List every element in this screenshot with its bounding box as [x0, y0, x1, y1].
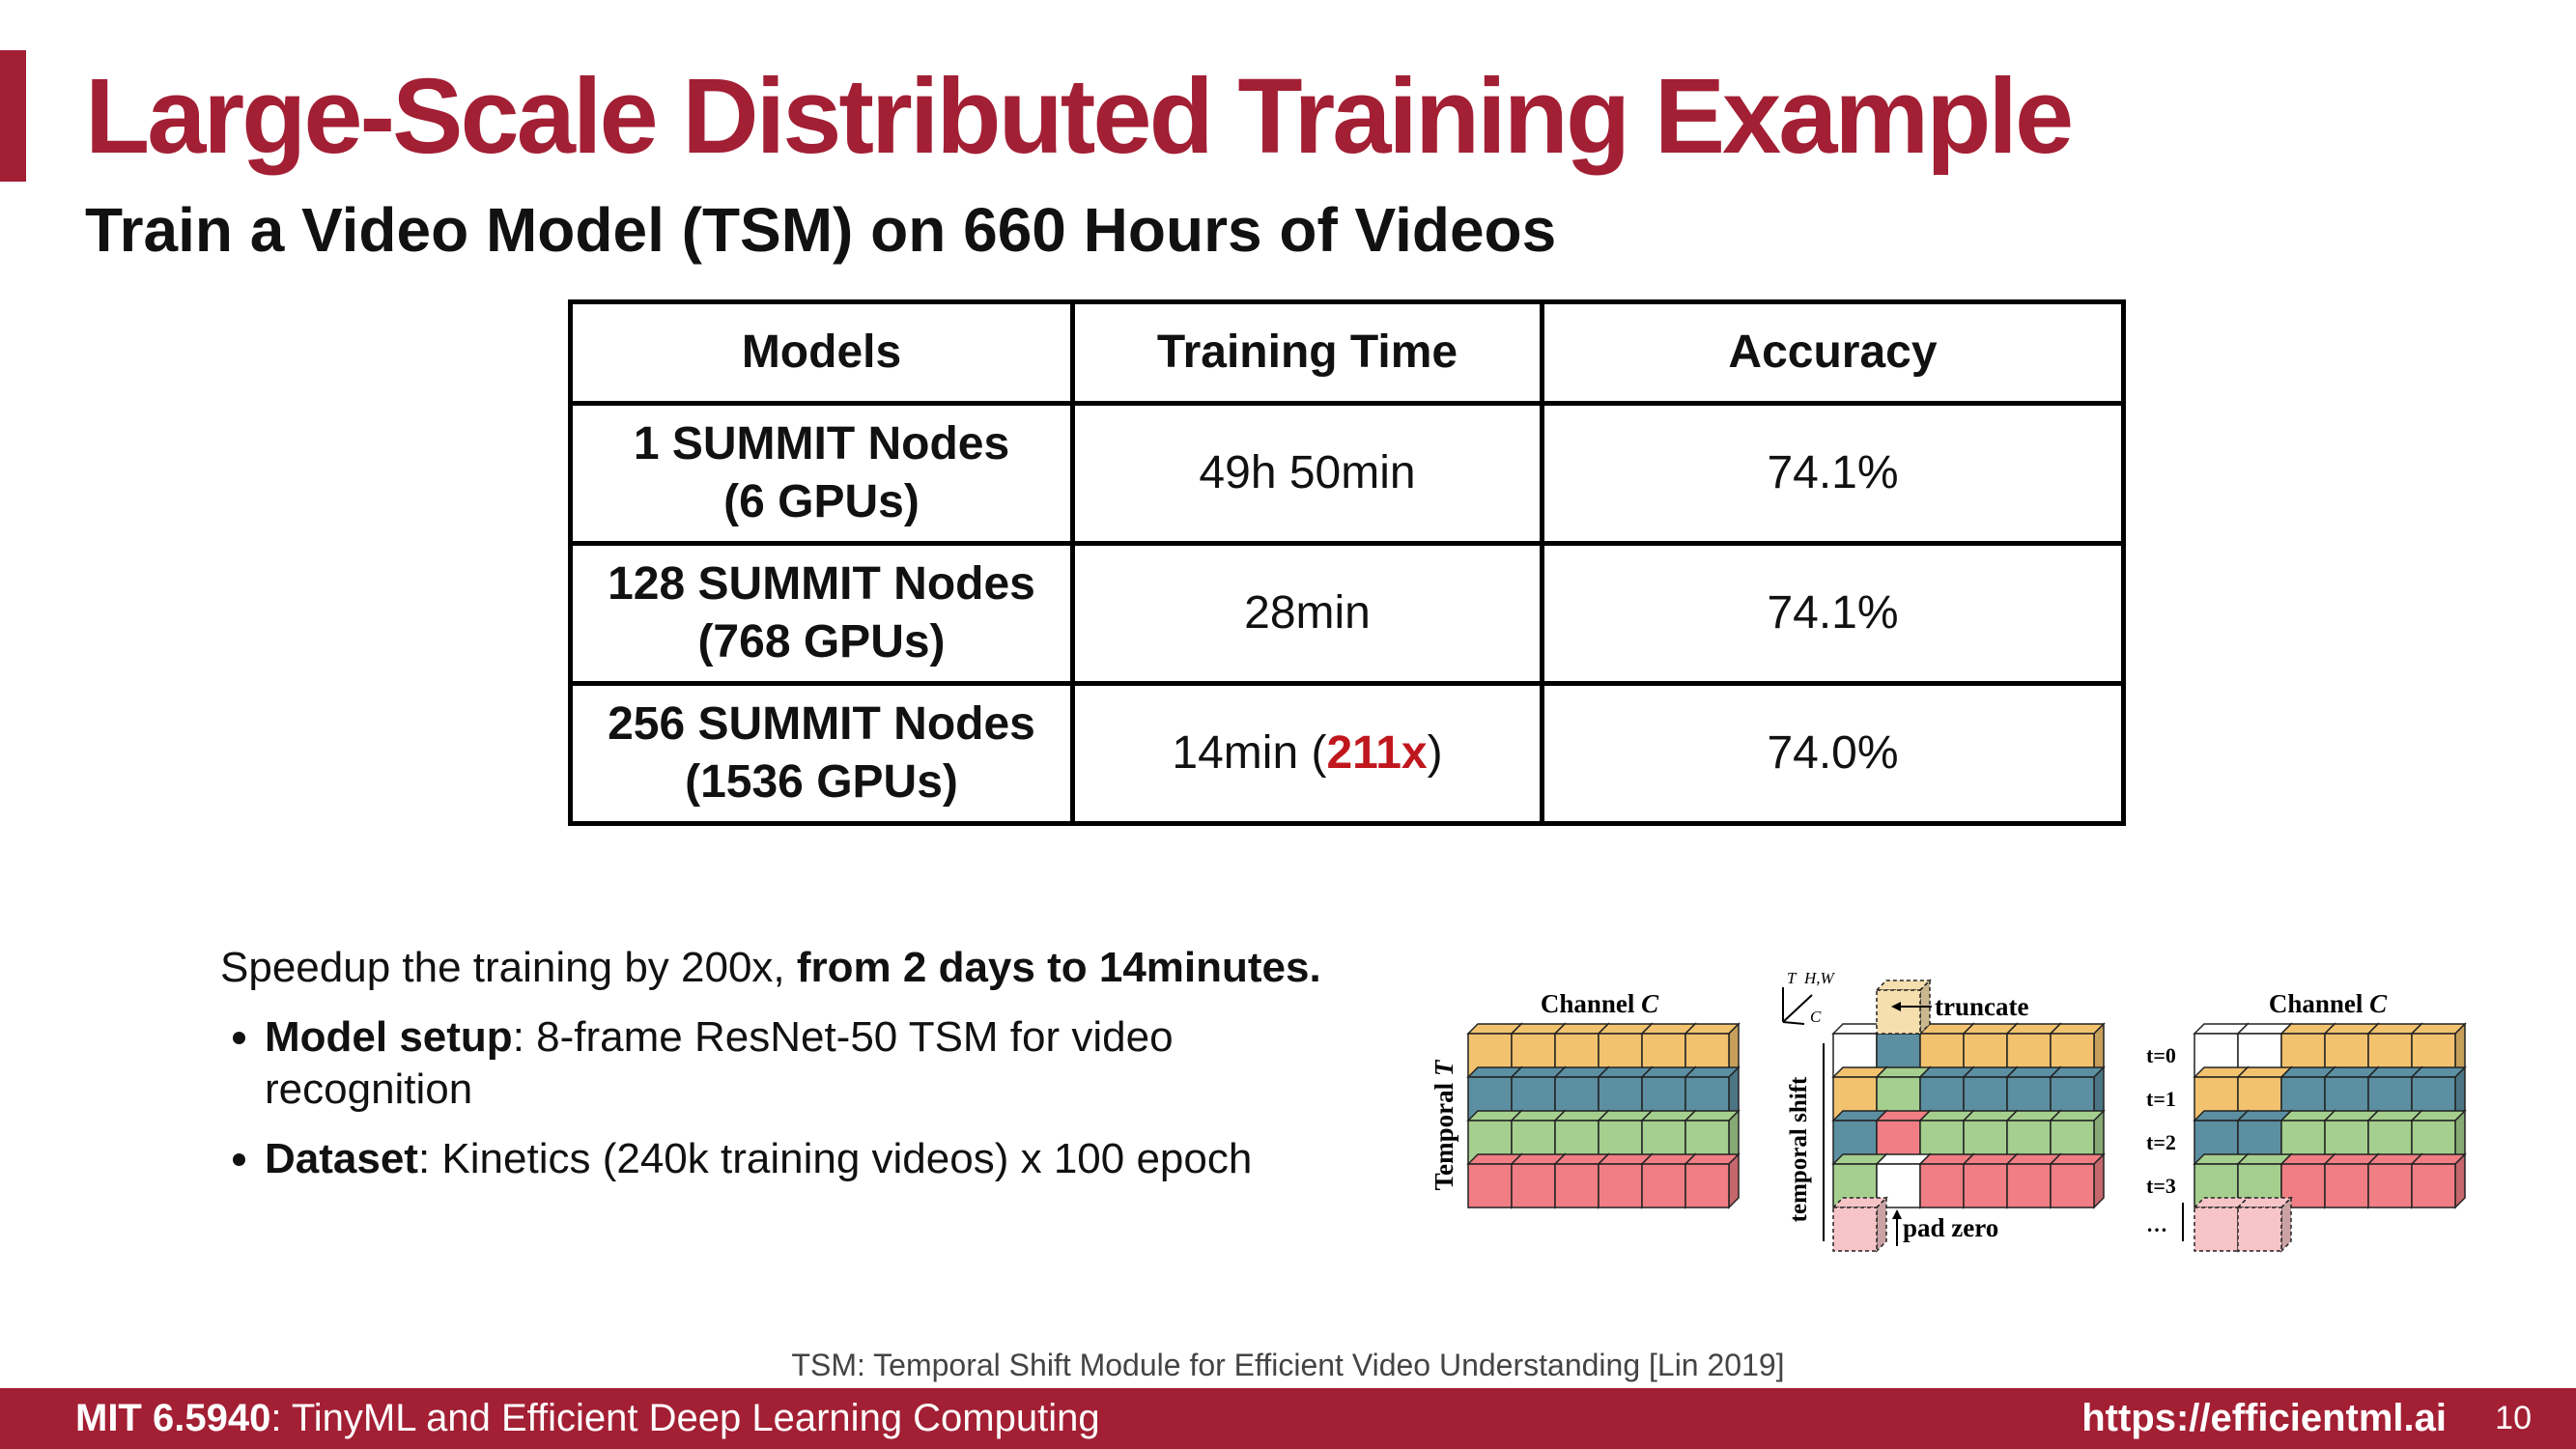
model-cell: 1 SUMMIT Nodes (6 GPUs)	[568, 401, 1075, 546]
training-time-cell: 14min (211x)	[1070, 681, 1544, 826]
time-label-t0: t=0	[2146, 1043, 2176, 1067]
accuracy-cell: 74.1%	[1540, 541, 2126, 686]
table-header-row: Models Training Time Accuracy	[568, 299, 2126, 406]
model-name: 128 SUMMIT Nodes	[608, 558, 1035, 610]
speedup-bold: from 2 days to 14minutes.	[796, 944, 1321, 991]
list-item: Dataset: Kinetics (240k training videos)…	[265, 1133, 1331, 1185]
accuracy-cell: 74.0%	[1540, 681, 2126, 826]
model-gpus: (6 GPUs)	[723, 476, 920, 527]
header-accuracy: Accuracy	[1540, 299, 2126, 406]
slide-subtitle: Train a Video Model (TSM) on 660 Hours o…	[85, 195, 1557, 265]
time-label-t1: t=1	[2146, 1087, 2176, 1111]
bullet-list: Model setup: 8-frame ResNet-50 TSM for v…	[220, 1011, 1331, 1185]
channel-label: Channel C	[2269, 989, 2388, 1018]
title-accent-bar	[0, 50, 26, 182]
bullet-label: Dataset	[265, 1135, 418, 1182]
model-cell: 256 SUMMIT Nodes (1536 GPUs)	[568, 681, 1075, 826]
truncate-label: truncate	[1935, 992, 2028, 1021]
channel-label: Channel C	[1541, 989, 1659, 1018]
model-gpus: (768 GPUs)	[697, 616, 946, 668]
svg-text:T: T	[1787, 969, 1798, 987]
training-time-cell: 28min	[1070, 541, 1544, 686]
time-label-ellipsis: …	[2146, 1212, 2167, 1236]
axes-icon: T H,W C	[1782, 969, 1836, 1026]
bullet-text: : Kinetics (240k training videos) x 100 …	[417, 1135, 1253, 1182]
time-label-t3: t=3	[2146, 1174, 2176, 1198]
model-name: 256 SUMMIT Nodes	[608, 698, 1035, 750]
svg-text:H,W: H,W	[1803, 969, 1836, 987]
course-name: MIT 6.5940: TinyML and Efficient Deep Le…	[75, 1397, 1100, 1439]
temporal-shift-label: temporal shift	[1786, 1076, 1812, 1222]
temporal-label: Temporal T	[1430, 1059, 1458, 1190]
bullet-label: Model setup	[265, 1013, 513, 1061]
header-models: Models	[568, 299, 1075, 406]
speedup-statement: Speedup the training by 200x, from 2 day…	[220, 942, 1331, 994]
course-url[interactable]: https://efficientml.ai	[2081, 1388, 2447, 1449]
tsm-diagram: Channel C Temporal T T H,W C truncate pa…	[1430, 969, 2467, 1253]
pad-arrowhead	[1892, 1209, 1902, 1219]
footer-bar: MIT 6.5940: TinyML and Efficient Deep Le…	[0, 1388, 2576, 1449]
citation: TSM: Temporal Shift Module for Efficient…	[791, 1348, 1785, 1382]
time-step-panel	[2193, 1022, 2467, 1253]
list-item: Model setup: 8-frame ResNet-50 TSM for v…	[265, 1011, 1331, 1116]
results-table: Models Training Time Accuracy 1 SUMMIT N…	[568, 299, 2126, 826]
original-tensor-panel	[1466, 1022, 1741, 1209]
summary-text: Speedup the training by 200x, from 2 day…	[220, 942, 1331, 1203]
model-cell: 128 SUMMIT Nodes (768 GPUs)	[568, 541, 1075, 686]
time-suffix: )	[1427, 727, 1443, 779]
speedup-highlight: 211x	[1326, 727, 1428, 779]
time-value: 14min (	[1172, 727, 1327, 779]
table-row: 128 SUMMIT Nodes (768 GPUs) 28min 74.1%	[568, 541, 2126, 686]
time-label-t2: t=2	[2146, 1130, 2176, 1154]
table-row: 1 SUMMIT Nodes (6 GPUs) 49h 50min 74.1%	[568, 401, 2126, 546]
svg-text:C: C	[1810, 1008, 1822, 1026]
training-time-cell: 49h 50min	[1070, 401, 1544, 546]
accuracy-cell: 74.1%	[1540, 401, 2126, 546]
pad-zero-label: pad zero	[1903, 1213, 1998, 1242]
slide-title: Large-Scale Distributed Training Example	[85, 57, 2074, 176]
table-row: 256 SUMMIT Nodes (1536 GPUs) 14min (211x…	[568, 681, 2126, 826]
temporal-shift-panel	[1831, 979, 2106, 1253]
model-gpus: (1536 GPUs)	[685, 756, 958, 808]
speedup-plain: Speedup the training by 200x,	[220, 944, 797, 991]
header-training-time: Training Time	[1070, 299, 1544, 406]
model-name: 1 SUMMIT Nodes	[633, 418, 1010, 469]
page-number: 10	[2495, 1400, 2532, 1436]
